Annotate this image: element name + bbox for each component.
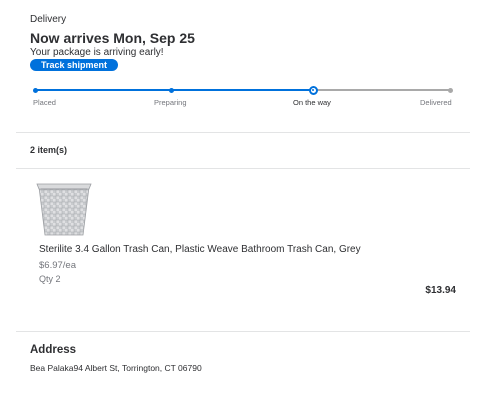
step-placed-dot	[32, 87, 38, 93]
progress-line-pending	[313, 89, 450, 91]
track-shipment-button[interactable]: Track shipment	[30, 59, 118, 71]
step-on-the-way-dot	[308, 85, 318, 95]
shipment-progress-tracker: Placed Preparing On the way Delivered	[0, 80, 500, 112]
item-quantity: Qty 2	[39, 274, 61, 284]
step-delivered-dot	[447, 87, 453, 93]
order-details-page: Delivery Now arrives Mon, Sep 25 Your pa…	[0, 0, 500, 416]
section-divider	[16, 132, 470, 133]
step-label-preparing: Preparing	[154, 98, 187, 107]
items-count: 2 item(s)	[30, 145, 68, 155]
wicker-wastebasket-image[interactable]	[35, 181, 93, 237]
item-name-link[interactable]: Sterilite 3.4 Gallon Trash Can, Plastic …	[39, 244, 361, 255]
section-divider	[16, 331, 470, 332]
delivery-status-message: Your package is arriving early!	[30, 47, 164, 58]
section-divider	[16, 168, 470, 169]
step-label-placed: Placed	[33, 98, 56, 107]
step-label-on-the-way: On the way	[293, 98, 331, 107]
item-unit-price: $6.97/ea	[39, 260, 76, 271]
step-preparing-dot	[168, 87, 174, 93]
step-label-delivered: Delivered	[420, 98, 452, 107]
delivery-date-headline: Now arrives Mon, Sep 25	[30, 30, 195, 46]
progress-line-complete	[35, 89, 313, 91]
shipping-address: Bea Palaka94 Albert St, Torrington, CT 0…	[30, 363, 202, 373]
delivery-eyebrow: Delivery	[30, 14, 67, 25]
address-heading: Address	[30, 344, 77, 356]
item-total-price: $13.94	[425, 285, 456, 296]
